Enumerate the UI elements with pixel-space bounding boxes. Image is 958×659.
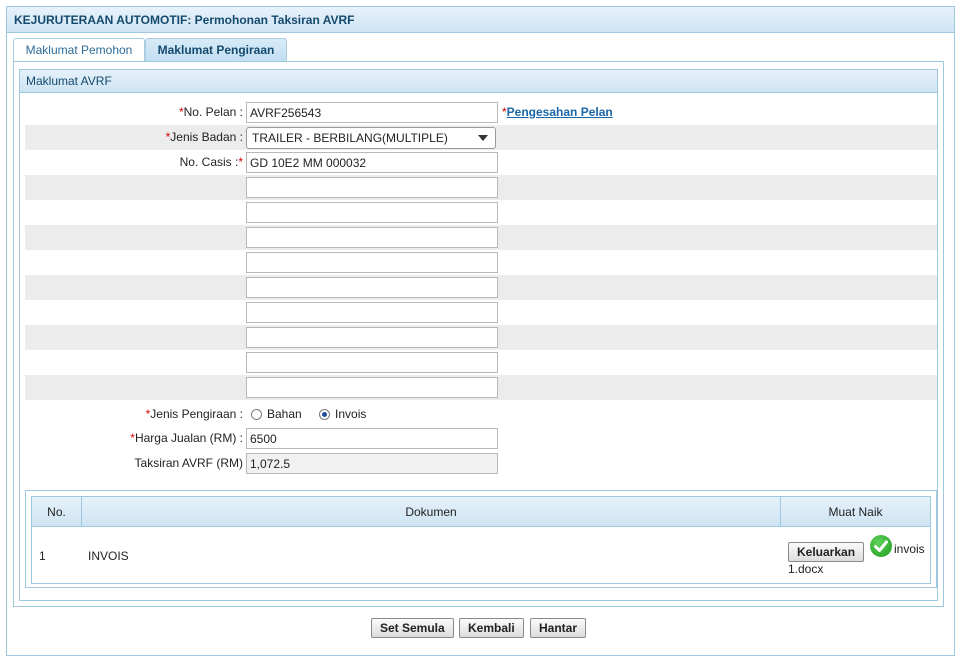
main-panel: KEJURUTERAAN AUTOMOTIF: Permohonan Taksi… [6, 6, 955, 656]
no-pelan-label-text: No. Pelan : [183, 105, 243, 119]
radio-bahan-label: Bahan [267, 407, 302, 422]
row-no-casis: No. Casis :* [25, 150, 937, 175]
pengesahan-pelan-link[interactable]: Pengesahan Pelan [507, 105, 613, 119]
col-header-dokumen: Dokumen [82, 497, 781, 527]
required-asterisk: * [238, 155, 243, 169]
extra-input-8[interactable] [246, 352, 498, 373]
jenis-badan-select[interactable]: TRAILER - BERBILANG(MULTIPLE) [246, 127, 496, 149]
extra-input-1[interactable] [246, 177, 498, 198]
taksiran-output [246, 453, 498, 474]
tab-maklumat-pengiraan[interactable]: Maklumat Pengiraan [145, 38, 287, 62]
action-bar: Set Semula Kembali Hantar [0, 617, 958, 639]
radio-invois-label: Invois [335, 407, 367, 422]
tab-content: Maklumat AVRF *No. Pelan : *Pengesahan P… [13, 61, 944, 607]
doc-upload-cell: Keluarkan invois 1.docx [788, 528, 930, 584]
tab-maklumat-pemohon[interactable]: Maklumat Pemohon [13, 38, 145, 62]
jenis-pengiraan-label: *Jenis Pengiraan : [146, 402, 243, 427]
extra-input-9[interactable] [246, 377, 498, 398]
harga-jualan-input[interactable] [246, 428, 498, 449]
extra-input-2[interactable] [246, 202, 498, 223]
jenis-badan-value: TRAILER - BERBILANG(MULTIPLE) [252, 131, 448, 145]
extra-input-5[interactable] [246, 277, 498, 298]
harga-jualan-label: *Harga Jualan (RM) : [130, 426, 243, 451]
harga-jualan-label-text: Harga Jualan (RM) : [134, 431, 243, 445]
row-taksiran: Taksiran AVRF (RM) [25, 451, 937, 476]
jenis-pengiraan-label-text: Jenis Pengiraan : [150, 407, 243, 421]
row-extra-6 [25, 300, 937, 325]
chevron-down-icon [478, 135, 488, 141]
extra-input-7[interactable] [246, 327, 498, 348]
no-pelan-label: *No. Pelan : [179, 100, 243, 125]
section-title: Maklumat AVRF [20, 70, 937, 93]
extra-input-6[interactable] [246, 302, 498, 323]
kembali-button[interactable]: Kembali [459, 618, 524, 638]
keluarkan-button[interactable]: Keluarkan [788, 542, 865, 562]
row-extra-8 [25, 350, 937, 375]
row-extra-1 [25, 175, 937, 200]
radio-invois[interactable] [319, 409, 331, 421]
no-casis-input[interactable] [246, 152, 498, 173]
check-icon [870, 535, 892, 557]
doc-no: 1 [39, 549, 46, 563]
col-header-muat-naik: Muat Naik [781, 497, 930, 527]
set-semula-button[interactable]: Set Semula [371, 618, 454, 638]
documents-table: No. Dokumen Muat Naik 1 INVOIS Keluarkan [31, 496, 931, 584]
jenis-pengiraan-radio-group: Bahan Invois [251, 402, 380, 427]
no-casis-label: No. Casis :* [180, 150, 243, 175]
extra-input-3[interactable] [246, 227, 498, 248]
row-extra-5 [25, 275, 937, 300]
file-name-part2: 1.docx [788, 562, 824, 576]
hantar-button[interactable]: Hantar [530, 618, 587, 638]
extra-input-4[interactable] [246, 252, 498, 273]
jenis-badan-label-text: Jenis Badan : [170, 130, 243, 144]
row-extra-3 [25, 225, 937, 250]
row-harga-jualan: *Harga Jualan (RM) : [25, 426, 937, 451]
no-pelan-input[interactable] [246, 102, 498, 123]
row-extra-2 [25, 200, 937, 225]
pengesahan-link-wrap: *Pengesahan Pelan [502, 100, 613, 125]
no-casis-label-text: No. Casis : [179, 155, 239, 169]
avrf-section: Maklumat AVRF *No. Pelan : *Pengesahan P… [19, 69, 938, 601]
doc-name: INVOIS [88, 549, 129, 563]
page-title: KEJURUTERAAN AUTOMOTIF: Permohonan Taksi… [7, 7, 954, 33]
row-extra-9 [25, 375, 937, 400]
row-extra-7 [25, 325, 937, 350]
col-header-no: No. [32, 497, 82, 527]
row-extra-4 [25, 250, 937, 275]
row-jenis-pengiraan: *Jenis Pengiraan : Bahan Invois [25, 402, 937, 427]
radio-bahan[interactable] [251, 409, 262, 421]
taksiran-label: Taksiran AVRF (RM) [134, 456, 243, 470]
row-jenis-badan: *Jenis Badan : TRAILER - BERBILANG(MULTI… [25, 125, 937, 150]
row-no-pelan: *No. Pelan : *Pengesahan Pelan [25, 100, 937, 125]
file-name-part1: invois [894, 542, 925, 556]
jenis-badan-label: *Jenis Badan : [166, 125, 243, 150]
documents-panel: No. Dokumen Muat Naik 1 INVOIS Keluarkan [25, 490, 937, 588]
